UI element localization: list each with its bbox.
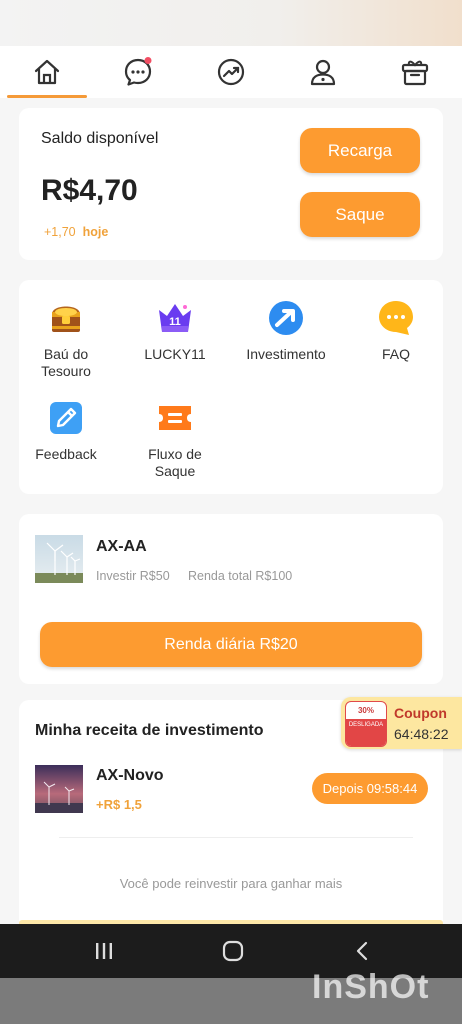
balance-card: Saldo disponível R$4,70 +1,70 hoje Recar…	[19, 108, 443, 260]
menu-item-treasure[interactable]: Baú do Tesouro	[16, 298, 116, 380]
reinvest-note: Você pode reinvestir para ganhar mais	[119, 876, 343, 891]
status-strip	[0, 0, 462, 46]
trends-icon[interactable]	[215, 56, 247, 88]
bottom-overlay: InShOt	[0, 968, 462, 1024]
pencil-icon	[50, 402, 82, 434]
investment-arrow-icon	[269, 301, 303, 335]
menu-item-faq[interactable]: FAQ	[346, 298, 446, 363]
coupon-title: Coupon	[394, 705, 447, 721]
product-card: AX-AA Investir R$50 Renda total R$100 Re…	[19, 514, 443, 684]
income-item-name: AX-Novo	[96, 767, 164, 784]
treasure-chest-icon	[52, 306, 80, 332]
menu-label: Fluxo de Saque	[148, 446, 202, 479]
gift-icon[interactable]	[399, 56, 431, 88]
back-icon[interactable]	[351, 939, 375, 963]
coupon-badge-bottom: DESLIGADA	[346, 719, 386, 746]
tab-bar	[0, 46, 462, 98]
menu-item-lucky11[interactable]: 11 LUCKY11	[125, 298, 225, 363]
svg-text:11: 11	[169, 316, 181, 328]
balance-change-value: +1,70	[44, 225, 76, 239]
divider	[59, 837, 413, 838]
menu-item-withdraw-flow[interactable]: Fluxo de Saque	[125, 398, 225, 480]
menu-label: Feedback	[35, 446, 97, 462]
coupon-badge-icon: 30% DESLIGADA	[345, 701, 387, 747]
active-tab-indicator	[7, 95, 87, 98]
chat-bubble-icon	[379, 301, 413, 335]
menu-label: Investimento	[246, 346, 326, 362]
messages-icon[interactable]	[122, 56, 154, 88]
menu-item-feedback[interactable]: Feedback	[16, 398, 116, 463]
balance-change-suffix: hoje	[82, 225, 109, 239]
balance-label: Saldo disponível	[41, 130, 159, 147]
menu-label: LUCKY11	[144, 346, 206, 362]
coupon-widget[interactable]: 30% DESLIGADA Coupon 64:48:22	[341, 697, 462, 749]
income-item-gain: +R$ 1,5	[96, 797, 142, 812]
withdraw-button[interactable]: Saque	[300, 192, 420, 237]
ticket-icon	[159, 406, 191, 430]
product-invest: Investir R$50	[96, 569, 170, 583]
income-timer-badge: Depois 09:58:44	[312, 773, 428, 804]
lucky11-crown-icon: 11	[159, 304, 191, 332]
balance-amount: R$4,70	[41, 174, 138, 207]
balance-change: +1,70 hoje	[44, 225, 108, 239]
daily-income-button[interactable]: Renda diária R$20	[40, 622, 422, 667]
menu-card: Baú do Tesouro 11 LUCKY11 Investimento F…	[19, 280, 443, 494]
home-icon[interactable]	[31, 56, 63, 88]
menu-item-investment[interactable]: Investimento	[236, 298, 336, 363]
profile-icon[interactable]	[307, 56, 339, 88]
wind-turbine-image	[35, 535, 83, 583]
product-total: Renda total R$100	[188, 569, 293, 583]
recharge-button[interactable]: Recarga	[300, 128, 420, 173]
coupon-badge-top: 30%	[357, 706, 374, 715]
coupon-countdown: 64:48:22	[394, 726, 449, 742]
menu-label: FAQ	[381, 346, 410, 362]
income-title: Minha receita de investimento	[35, 722, 264, 739]
recent-apps-icon[interactable]	[94, 941, 114, 961]
home-button-icon[interactable]	[221, 939, 245, 963]
menu-label: Baú do Tesouro	[41, 346, 91, 379]
product-name: AX-AA	[96, 538, 147, 555]
wind-farm-image	[35, 765, 83, 813]
watermark: InShOt	[312, 968, 430, 1006]
